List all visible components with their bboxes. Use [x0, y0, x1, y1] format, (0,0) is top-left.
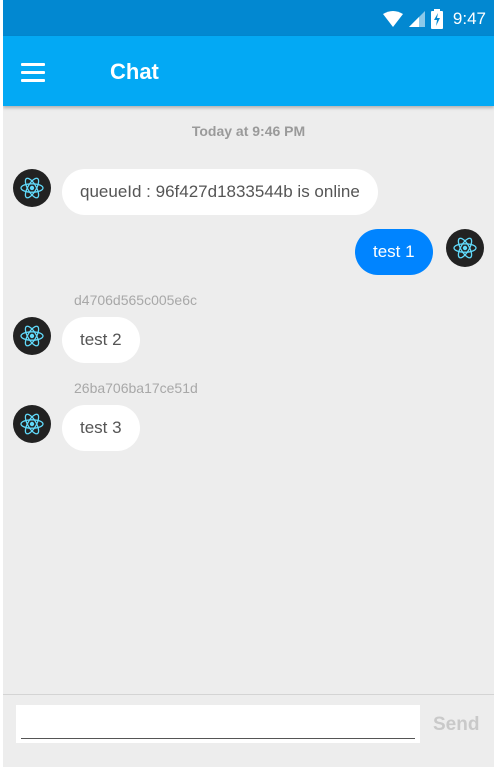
cell-signal-icon: [408, 11, 425, 27]
app-bar: Chat: [3, 36, 494, 106]
hamburger-menu-icon[interactable]: [13, 52, 53, 92]
day-separator: Today at 9:46 PM: [191, 123, 306, 139]
message-bubble: test 3: [62, 405, 140, 451]
app-title: Chat: [110, 59, 159, 84]
react-atom-icon[interactable]: [13, 317, 51, 355]
message-input-container: [16, 705, 420, 743]
sender-id: d4706d565c005e6c: [74, 292, 198, 308]
status-bar: 9:47: [3, 0, 494, 36]
message-bubble: queueId : 96f427d1833544b is online: [62, 169, 378, 215]
battery-charging-icon: [430, 9, 443, 29]
react-atom-icon[interactable]: [446, 229, 484, 267]
message-composer: Send: [3, 694, 494, 767]
message-bubble: test 2: [62, 317, 140, 363]
chat-screen: 9:47 Chat Today at 9:46 PM queueId : 96f…: [3, 0, 494, 767]
status-time: 9:47: [452, 9, 486, 28]
status-icons: 9:47: [382, 9, 486, 29]
send-button[interactable]: Send: [433, 714, 479, 736]
sender-id: 26ba706ba17ce51d: [74, 380, 198, 396]
message-input[interactable]: [21, 709, 415, 739]
react-atom-icon[interactable]: [13, 405, 51, 443]
wifi-icon: [382, 11, 403, 27]
message-bubble: test 1: [355, 229, 433, 275]
react-atom-icon[interactable]: [13, 169, 51, 207]
